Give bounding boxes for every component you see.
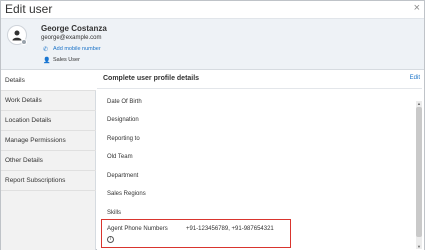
sidebar-nav: Details Work Details Location Details Ma… [1, 71, 96, 250]
field-label-agent-phone-numbers: Agent Phone Numbers [107, 226, 168, 232]
agent-phone-highlight: Agent Phone Numbers +91-123456789, +91-9… [101, 219, 291, 248]
dialog-title: Edit user [5, 2, 53, 16]
sidebar-item-location-details[interactable]: Location Details [1, 111, 96, 131]
scroll-down-icon[interactable]: ▼ [416, 244, 422, 249]
field-label-designation: Designation [107, 117, 139, 123]
field-label-skills: Skills [107, 210, 122, 216]
close-icon[interactable]: × [414, 2, 420, 14]
scroll-thumb[interactable] [416, 107, 422, 237]
field-label-sales-regions: Sales Regions [107, 191, 146, 197]
user-name: George Costanza [41, 24, 107, 33]
sidebar-item-work-details[interactable]: Work Details [1, 91, 96, 111]
field-label-department: Department [107, 173, 139, 179]
phone-icon: ✆ [43, 47, 49, 53]
user-role-label: Sales User [53, 57, 80, 63]
panel-title: Complete user profile details [103, 75, 200, 82]
title-bar: Edit user × [1, 1, 424, 18]
details-panel: Complete user profile details Edit Date … [97, 71, 424, 250]
fields-list: Date Of Birth Designation Reporting to O… [97, 88, 422, 250]
sidebar-item-details[interactable]: Details [1, 71, 96, 91]
add-mobile-label: Add mobile number [53, 46, 101, 52]
vertical-scrollbar[interactable]: ▲ ▼ [416, 101, 422, 249]
edit-link[interactable]: Edit [410, 75, 420, 81]
field-value-agent-phone-numbers: +91-123456789, +91-987654321 [186, 226, 274, 232]
scroll-up-icon[interactable]: ▲ [416, 101, 422, 106]
person-icon: 👤 [43, 58, 51, 64]
sidebar-item-manage-permissions[interactable]: Manage Permissions [1, 131, 96, 151]
sidebar-item-report-subscriptions[interactable]: Report Subscriptions [1, 171, 96, 191]
avatar-edit-badge-icon[interactable] [21, 39, 27, 45]
field-label-old-team: Old Team [107, 154, 133, 160]
user-header: George Costanza george@example.com ✆ Add… [1, 18, 424, 70]
sidebar-item-other-details[interactable]: Other Details [1, 151, 96, 171]
field-label-date-of-birth: Date Of Birth [107, 99, 142, 105]
info-icon[interactable]: i [107, 236, 114, 243]
edit-user-dialog: Edit user × George Costanza george@examp… [0, 0, 425, 250]
user-email: george@example.com [41, 35, 102, 41]
field-label-reporting-to: Reporting to [107, 136, 140, 142]
